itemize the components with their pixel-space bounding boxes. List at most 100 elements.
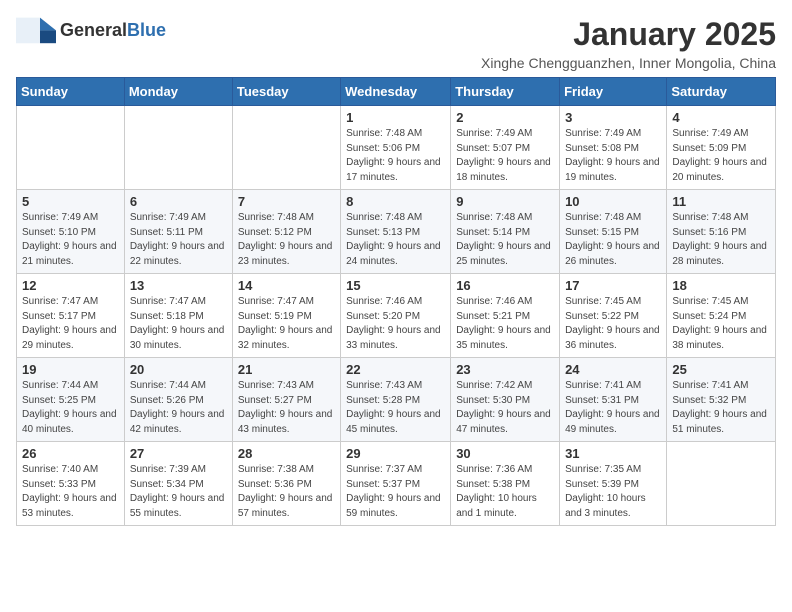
day-info: Sunrise: 7:36 AM Sunset: 5:38 PM Dayligh… [456,463,554,521]
calendar-day-26: 26Sunrise: 7:40 AM Sunset: 5:33 PM Dayli… [17,442,125,526]
day-number: 19 [22,362,119,377]
day-info: Sunrise: 7:48 AM Sunset: 5:15 PM Dayligh… [565,211,661,269]
day-info: Sunrise: 7:48 AM Sunset: 5:13 PM Dayligh… [346,211,445,269]
day-number: 18 [672,278,770,293]
day-info: Sunrise: 7:46 AM Sunset: 5:21 PM Dayligh… [456,295,554,353]
day-number: 27 [130,446,227,461]
calendar-day-8: 8Sunrise: 7:48 AM Sunset: 5:13 PM Daylig… [341,190,451,274]
day-info: Sunrise: 7:49 AM Sunset: 5:10 PM Dayligh… [22,211,119,269]
calendar-day-25: 25Sunrise: 7:41 AM Sunset: 5:32 PM Dayli… [667,358,776,442]
day-number: 6 [130,194,227,209]
day-info: Sunrise: 7:46 AM Sunset: 5:20 PM Dayligh… [346,295,445,353]
day-info: Sunrise: 7:45 AM Sunset: 5:24 PM Dayligh… [672,295,770,353]
calendar-week-row: 12Sunrise: 7:47 AM Sunset: 5:17 PM Dayli… [17,274,776,358]
calendar-day-20: 20Sunrise: 7:44 AM Sunset: 5:26 PM Dayli… [124,358,232,442]
calendar-day-4: 4 Sunrise: 7:49 AM Sunset: 5:09 PM Daylig… [667,106,776,190]
day-info: Sunrise: 7:48 AM Sunset: 5:06 PM Dayligh… [346,127,445,185]
day-number: 22 [346,362,445,377]
day-number: 31 [565,446,661,461]
calendar-day-18: 18 Sunrise: 7:45 AM Sunset: 5:24 PM Dayli… [667,274,776,358]
day-number: 4 [672,110,770,125]
page-header: GeneralBlue January 2025 Xinghe Chenggua… [16,16,776,71]
logo-blue: Blue [127,20,166,40]
day-number: 28 [238,446,335,461]
calendar-week-row: 19 Sunrise: 7:44 AM Sunset: 5:25 PM Dayli… [17,358,776,442]
calendar-day-5: 5 Sunrise: 7:49 AM Sunset: 5:10 PM Daylig… [17,190,125,274]
empty-day [232,106,340,190]
day-number: 24 [565,362,661,377]
day-number: 2 [456,110,554,125]
day-info: Sunrise: 7:48 AM Sunset: 5:16 PM Dayligh… [672,211,770,269]
month-title: January 2025 [481,16,776,53]
day-number: 12 [22,278,119,293]
day-info: Sunrise: 7:47 AM Sunset: 5:18 PM Dayligh… [130,295,227,353]
day-number: 3 [565,110,661,125]
day-number: 20 [130,362,227,377]
empty-day [667,442,776,526]
day-info: Sunrise: 7:43 AM Sunset: 5:28 PM Dayligh… [346,379,445,437]
calendar-day-19: 19 Sunrise: 7:44 AM Sunset: 5:25 PM Dayli… [17,358,125,442]
day-info: Sunrise: 7:42 AM Sunset: 5:30 PM Dayligh… [456,379,554,437]
day-number: 30 [456,446,554,461]
calendar-day-2: 2 Sunrise: 7:49 AM Sunset: 5:07 PM Daylig… [451,106,560,190]
day-info: Sunrise: 7:41 AM Sunset: 5:31 PM Dayligh… [565,379,661,437]
title-section: January 2025 Xinghe Chengguanzhen, Inner… [481,16,776,71]
day-number: 16 [456,278,554,293]
day-info: Sunrise: 7:35 AM Sunset: 5:39 PM Dayligh… [565,463,661,521]
location: Xinghe Chengguanzhen, Inner Mongolia, Ch… [481,55,776,71]
day-number: 21 [238,362,335,377]
calendar-day-1: 1Sunrise: 7:48 AM Sunset: 5:06 PM Daylig… [341,106,451,190]
day-info: Sunrise: 7:47 AM Sunset: 5:19 PM Dayligh… [238,295,335,353]
day-info: Sunrise: 7:41 AM Sunset: 5:32 PM Dayligh… [672,379,770,437]
weekday-header-monday: Monday [124,78,232,106]
weekday-header-saturday: Saturday [667,78,776,106]
weekday-header-friday: Friday [560,78,667,106]
day-info: Sunrise: 7:38 AM Sunset: 5:36 PM Dayligh… [238,463,335,521]
day-number: 14 [238,278,335,293]
calendar-day-7: 7Sunrise: 7:48 AM Sunset: 5:12 PM Daylig… [232,190,340,274]
day-info: Sunrise: 7:44 AM Sunset: 5:25 PM Dayligh… [22,379,119,437]
day-info: Sunrise: 7:49 AM Sunset: 5:11 PM Dayligh… [130,211,227,269]
day-number: 13 [130,278,227,293]
weekday-header-thursday: Thursday [451,78,560,106]
weekday-header-row: SundayMondayTuesdayWednesdayThursdayFrid… [17,78,776,106]
calendar-day-21: 21Sunrise: 7:43 AM Sunset: 5:27 PM Dayli… [232,358,340,442]
day-info: Sunrise: 7:39 AM Sunset: 5:34 PM Dayligh… [130,463,227,521]
calendar-day-22: 22 Sunrise: 7:43 AM Sunset: 5:28 PM Dayli… [341,358,451,442]
logo-icon [16,16,56,44]
day-number: 9 [456,194,554,209]
weekday-header-wednesday: Wednesday [341,78,451,106]
day-info: Sunrise: 7:49 AM Sunset: 5:09 PM Dayligh… [672,127,770,185]
day-info: Sunrise: 7:49 AM Sunset: 5:08 PM Dayligh… [565,127,661,185]
calendar-day-31: 31 Sunrise: 7:35 AM Sunset: 5:39 PM Dayli… [560,442,667,526]
calendar-day-29: 29Sunrise: 7:37 AM Sunset: 5:37 PM Dayli… [341,442,451,526]
calendar-week-row: 5 Sunrise: 7:49 AM Sunset: 5:10 PM Daylig… [17,190,776,274]
calendar-day-16: 16 Sunrise: 7:46 AM Sunset: 5:21 PM Dayli… [451,274,560,358]
calendar-day-11: 11Sunrise: 7:48 AM Sunset: 5:16 PM Dayli… [667,190,776,274]
weekday-header-sunday: Sunday [17,78,125,106]
calendar-week-row: 1Sunrise: 7:48 AM Sunset: 5:06 PM Daylig… [17,106,776,190]
calendar-day-23: 23 Sunrise: 7:42 AM Sunset: 5:30 PM Dayli… [451,358,560,442]
day-info: Sunrise: 7:37 AM Sunset: 5:37 PM Dayligh… [346,463,445,521]
day-info: Sunrise: 7:45 AM Sunset: 5:22 PM Dayligh… [565,295,661,353]
logo-general: General [60,20,127,40]
calendar-day-6: 6 Sunrise: 7:49 AM Sunset: 5:11 PM Daylig… [124,190,232,274]
calendar-day-13: 13 Sunrise: 7:47 AM Sunset: 5:18 PM Dayli… [124,274,232,358]
calendar-table: SundayMondayTuesdayWednesdayThursdayFrid… [16,77,776,526]
day-number: 15 [346,278,445,293]
day-number: 10 [565,194,661,209]
day-number: 17 [565,278,661,293]
empty-day [17,106,125,190]
calendar-day-24: 24 Sunrise: 7:41 AM Sunset: 5:31 PM Dayli… [560,358,667,442]
calendar-day-3: 3 Sunrise: 7:49 AM Sunset: 5:08 PM Daylig… [560,106,667,190]
day-info: Sunrise: 7:40 AM Sunset: 5:33 PM Dayligh… [22,463,119,521]
calendar-day-28: 28 Sunrise: 7:38 AM Sunset: 5:36 PM Dayli… [232,442,340,526]
calendar-day-14: 14 Sunrise: 7:47 AM Sunset: 5:19 PM Dayli… [232,274,340,358]
calendar-day-15: 15 Sunrise: 7:46 AM Sunset: 5:20 PM Dayli… [341,274,451,358]
day-number: 23 [456,362,554,377]
day-info: Sunrise: 7:49 AM Sunset: 5:07 PM Dayligh… [456,127,554,185]
day-number: 5 [22,194,119,209]
empty-day [124,106,232,190]
logo: GeneralBlue [16,16,166,44]
calendar-day-30: 30 Sunrise: 7:36 AM Sunset: 5:38 PM Dayli… [451,442,560,526]
